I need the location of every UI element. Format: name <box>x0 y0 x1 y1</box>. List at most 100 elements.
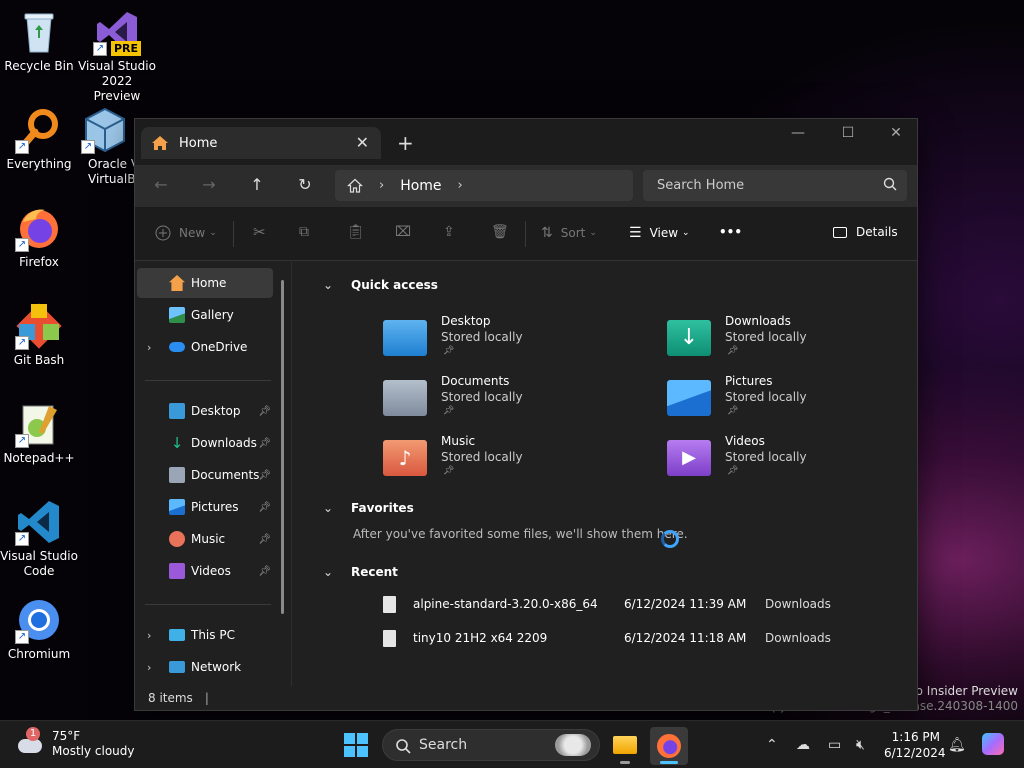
quick-access-music[interactable]: ♪ Music Stored locally 📌︎ <box>383 434 583 484</box>
sidebar-item-music[interactable]: Music 📌︎ <box>137 524 273 554</box>
desktop-icon-everything[interactable]: ↗ Everything <box>0 106 78 172</box>
chevron-down-icon: ⌄ <box>589 228 597 238</box>
new-tab-button[interactable]: + <box>397 131 414 155</box>
chevron-right-icon[interactable]: › <box>147 661 151 674</box>
sidebar-item-this-pc[interactable]: › This PC <box>137 620 273 650</box>
file-location: Downloads <box>765 631 831 645</box>
desktop-icon-git-bash[interactable]: ↗ Git Bash <box>0 302 78 368</box>
breadcrumb-home[interactable]: Home <box>400 178 441 194</box>
recent-header[interactable]: ⌄ Recent <box>323 565 398 579</box>
up-button[interactable]: ↑ <box>245 175 269 194</box>
recent-file-row[interactable]: alpine-standard-3.20.0-x86_64 6/12/2024 … <box>383 594 843 618</box>
notification-bell-icon[interactable]: 🔔︎ <box>948 737 966 753</box>
item-name: Videos <box>725 434 765 448</box>
maximize-button[interactable]: ☐ <box>825 125 871 141</box>
new-button[interactable]: New ⌄ <box>155 225 217 241</box>
desktop-icon-virtualbox[interactable]: ↗ Oracle VM VirtualBox <box>76 106 134 187</box>
shortcut-arrow-icon: ↗ <box>81 140 95 154</box>
chevron-right-icon[interactable]: › <box>147 341 151 354</box>
view-label: View <box>649 226 679 240</box>
taskbar-firefox[interactable] <box>650 727 688 765</box>
volume-muted-icon[interactable]: 🔇︎ <box>856 737 865 753</box>
forward-button[interactable]: → <box>197 175 221 194</box>
item-count: 8 items <box>148 691 193 705</box>
more-options-button[interactable]: ••• <box>719 225 742 239</box>
pin-icon: 📌︎ <box>258 437 271 449</box>
desktop-icon-vscode[interactable]: ↗ Visual Studio Code <box>0 498 78 579</box>
quick-access-videos[interactable]: ▶ Videos Stored locally 📌︎ <box>667 434 867 484</box>
quick-access-header[interactable]: ⌄ Quick access <box>323 278 438 292</box>
address-bar[interactable]: › Home › <box>335 170 633 201</box>
sidebar-item-videos[interactable]: Videos 📌︎ <box>137 556 273 586</box>
quick-access-desktop[interactable]: Desktop Stored locally 📌︎ <box>383 314 583 364</box>
weather-text: 75°F Mostly cloudy <box>52 729 135 759</box>
back-button[interactable]: ← <box>149 175 173 194</box>
file-date: 6/12/2024 11:39 AM <box>624 597 747 611</box>
desktop-icon-chromium[interactable]: ↗ Chromium <box>0 596 78 662</box>
breadcrumb-chevron-icon: › <box>379 178 385 193</box>
divider <box>145 604 271 605</box>
taskbar-search[interactable]: Search <box>382 729 600 761</box>
show-hidden-icons-chevron-icon[interactable]: ⌃ <box>766 737 778 753</box>
quick-access-pictures[interactable]: Pictures Stored locally 📌︎ <box>667 374 867 424</box>
shortcut-arrow-icon: ↗ <box>15 434 29 448</box>
shortcut-arrow-icon: ↗ <box>93 42 107 56</box>
pin-icon: 📌︎ <box>258 533 271 545</box>
quick-access-documents[interactable]: Documents Stored locally 📌︎ <box>383 374 583 424</box>
clock-date: 6/12/2024 <box>884 746 946 760</box>
paste-icon[interactable]: 📋︎ <box>347 224 365 240</box>
minimize-button[interactable]: — <box>775 125 821 141</box>
display-icon[interactable]: ▭ <box>828 737 841 753</box>
start-button[interactable] <box>344 733 368 757</box>
cut-icon[interactable]: ✂ <box>253 223 266 241</box>
recent-file-row[interactable]: tiny10 21H2 x64 2209 6/12/2024 11:18 AM … <box>383 628 843 652</box>
onedrive-icon <box>169 342 185 352</box>
tab-home[interactable]: Home ✕ <box>141 127 381 159</box>
network-disconnected-icon[interactable]: ☁︎ <box>796 737 810 753</box>
copy-icon[interactable]: ⧉ <box>299 224 309 240</box>
item-status: Stored locally <box>441 390 523 404</box>
chevron-right-icon[interactable]: › <box>147 629 151 642</box>
visual-studio-icon: PRE ↗ <box>93 8 141 56</box>
sidebar-item-onedrive[interactable]: › OneDrive <box>137 332 273 362</box>
rename-icon[interactable]: ⌧ <box>395 224 411 240</box>
videos-icon <box>169 563 185 579</box>
sidebar-item-documents[interactable]: Documents 📌︎ <box>137 460 273 490</box>
refresh-button[interactable]: ↻ <box>293 175 317 194</box>
desktop-icon-recycle-bin[interactable]: Recycle Bin <box>0 8 78 74</box>
item-name: Music <box>441 434 476 448</box>
weather-widget[interactable]: 1 75°F Mostly cloudy <box>16 727 135 759</box>
favorites-header[interactable]: ⌄ Favorites <box>323 501 414 515</box>
share-icon[interactable]: ⇪ <box>443 224 455 240</box>
file-name: tiny10 21H2 x64 2209 <box>413 631 548 645</box>
sidebar-item-label: Pictures <box>191 500 239 514</box>
sidebar-scrollbar[interactable] <box>281 280 284 614</box>
desktop-icon-label: Firefox <box>19 255 59 269</box>
clock[interactable]: 1:16 PM 6/12/2024 <box>884 729 946 761</box>
delete-icon[interactable]: 🗑︎ <box>491 224 509 240</box>
sidebar-item-gallery[interactable]: Gallery <box>137 300 273 330</box>
shortcut-arrow-icon: ↗ <box>15 140 29 154</box>
close-window-button[interactable]: ✕ <box>873 125 919 141</box>
file-explorer-window: Home ✕ + — ☐ ✕ ← → ↑ ↻ › Home › Search H… <box>134 118 918 711</box>
sidebar-item-home[interactable]: Home <box>137 268 273 298</box>
sidebar-item-desktop[interactable]: Desktop 📌︎ <box>137 396 273 426</box>
close-tab-icon[interactable]: ✕ <box>356 133 369 152</box>
sidebar-item-pictures[interactable]: Pictures 📌︎ <box>137 492 273 522</box>
desktop-icon-visual-studio[interactable]: PRE ↗ Visual Studio 2022 Preview <box>78 8 156 104</box>
documents-icon <box>383 380 427 416</box>
sort-button[interactable]: ⇅ Sort ⌄ <box>541 225 597 241</box>
breadcrumb-chevron-icon[interactable]: › <box>458 178 463 193</box>
quick-access-downloads[interactable]: ↓ Downloads Stored locally 📌︎ <box>667 314 867 364</box>
details-button[interactable]: Details <box>833 225 898 239</box>
videos-icon: ▶ <box>667 440 711 476</box>
firefox-icon: ↗ <box>15 204 63 252</box>
copilot-preview-icon[interactable] <box>982 733 1004 755</box>
sidebar-item-network[interactable]: › Network <box>137 652 273 682</box>
taskbar-file-explorer[interactable] <box>606 727 644 765</box>
desktop-icon-firefox[interactable]: ↗ Firefox <box>0 204 78 270</box>
search-input[interactable]: Search Home <box>643 170 907 201</box>
desktop-icon-notepadpp[interactable]: ↗ Notepad++ <box>0 400 78 466</box>
view-button[interactable]: ☰ View ⌄ <box>629 225 690 241</box>
sidebar-item-downloads[interactable]: ↓ Downloads 📌︎ <box>137 428 273 458</box>
